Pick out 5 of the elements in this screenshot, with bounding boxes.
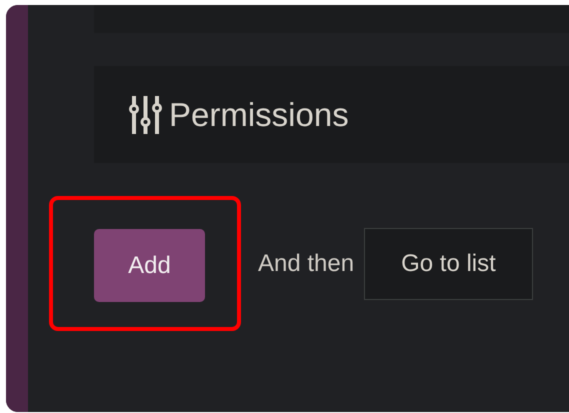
add-button[interactable]: Add [94, 229, 205, 302]
sliders-icon [128, 96, 163, 134]
and-then-label: And then [258, 250, 354, 278]
next-action-select[interactable]: Go to list [364, 228, 533, 300]
section-title: Permissions [169, 96, 349, 134]
